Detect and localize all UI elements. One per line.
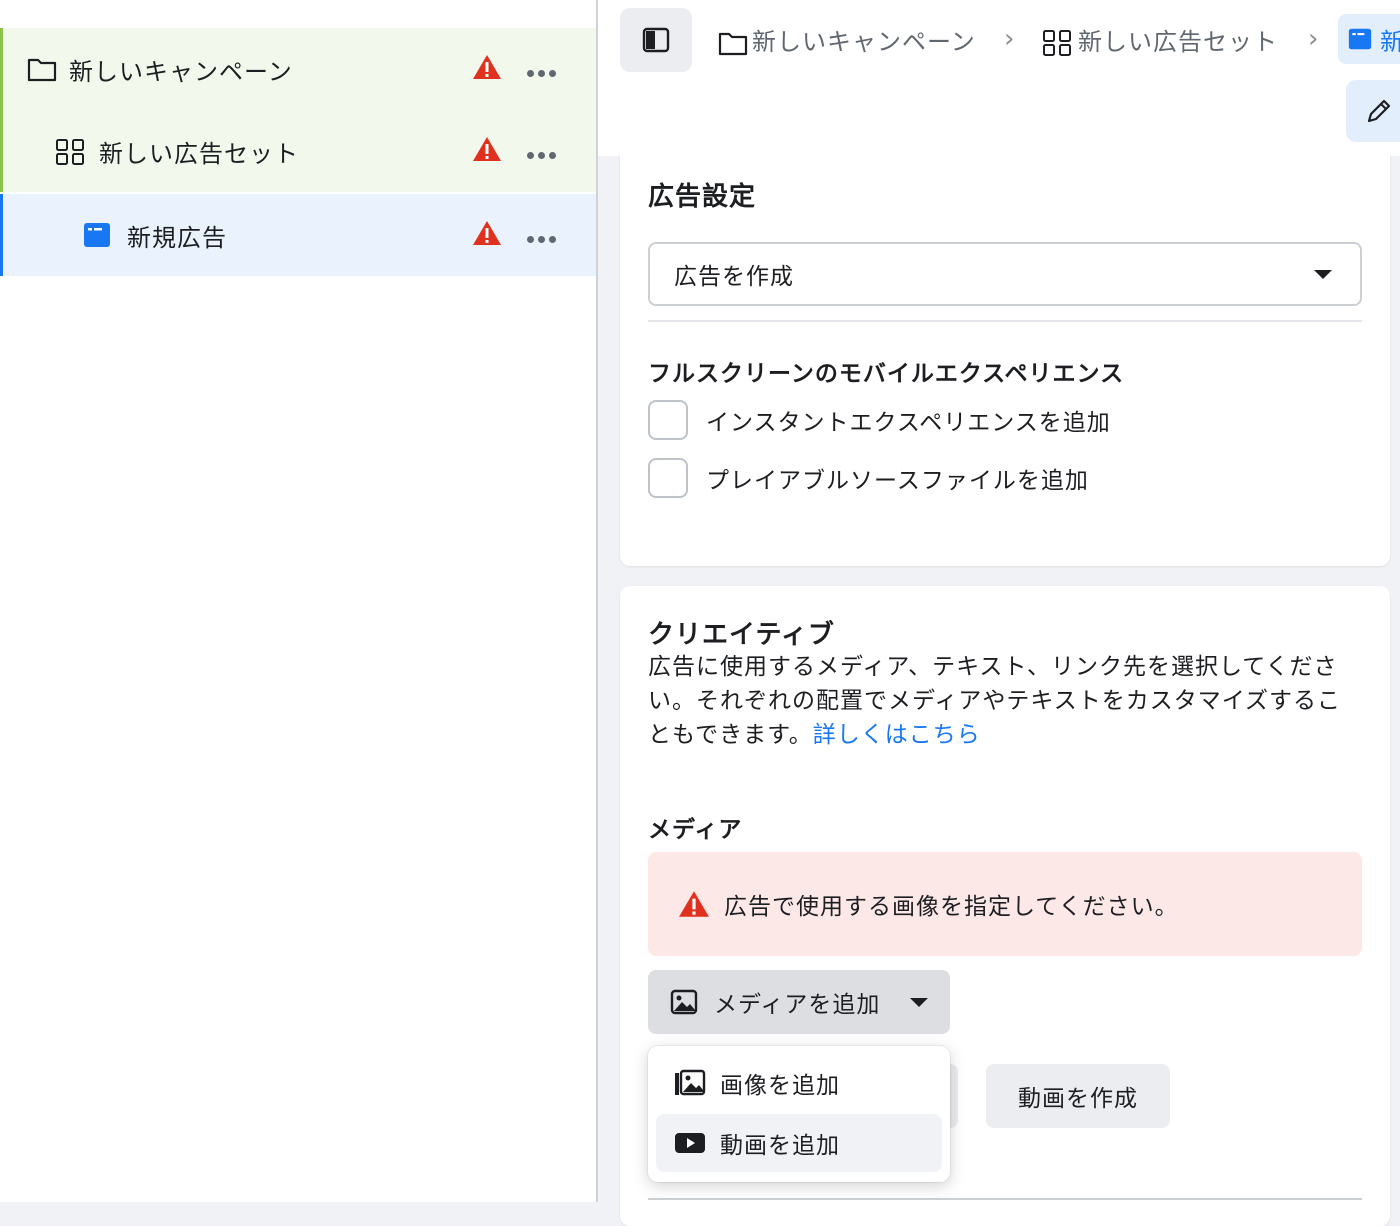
creative-description: 広告に使用するメディア、テキスト、リンク先を選択してください。それぞれの配置でメ… bbox=[648, 650, 1360, 752]
folder-icon bbox=[27, 58, 57, 82]
tree-item-adset[interactable]: 新しい広告セット bbox=[0, 110, 596, 192]
instant-experience-option[interactable]: インスタントエクスペリエンスを追加 bbox=[648, 400, 1111, 440]
media-error-alert: 広告で使用する画像を指定してください。 bbox=[648, 852, 1362, 956]
divider bbox=[648, 320, 1362, 322]
warning-icon bbox=[679, 891, 709, 917]
breadcrumb-label: 新しいキャンペーン bbox=[752, 28, 976, 56]
ad-settings-title: 広告設定 bbox=[648, 182, 757, 212]
caret-down-icon bbox=[910, 998, 928, 1007]
checkbox-label: プレイアブルソースファイルを追加 bbox=[706, 468, 1089, 494]
ad-icon bbox=[1348, 28, 1372, 50]
ad-setting-value: 広告を作成 bbox=[674, 264, 794, 290]
sidebar-toggle-button[interactable] bbox=[620, 8, 692, 72]
playable-source-option[interactable]: プレイアブルソースファイルを追加 bbox=[648, 458, 1089, 498]
caret-down-icon bbox=[1314, 270, 1332, 279]
learn-more-link[interactable]: 詳しくはこちら bbox=[813, 722, 981, 748]
creative-description-text: 広告に使用するメディア、テキスト、リンク先を選択してください。それぞれの配置でメ… bbox=[648, 654, 1342, 748]
tree-item-label: 新しいキャンペーン bbox=[69, 58, 293, 86]
media-title: メディア bbox=[648, 817, 743, 843]
playable-source-checkbox[interactable] bbox=[648, 458, 688, 498]
add-media-menu: 画像を追加 動画を追加 bbox=[648, 1046, 950, 1182]
warning-icon bbox=[473, 137, 501, 161]
chevron-right-icon: › bbox=[1308, 24, 1319, 54]
more-options-icon[interactable] bbox=[525, 136, 558, 164]
more-options-icon[interactable] bbox=[525, 54, 558, 82]
create-video-button[interactable]: 動画を作成 bbox=[986, 1064, 1170, 1128]
sidebar-panel-icon bbox=[642, 27, 670, 53]
menu-item-add-video[interactable]: 動画を追加 bbox=[656, 1114, 942, 1172]
menu-item-label: 動画を追加 bbox=[720, 1133, 840, 1159]
breadcrumb-campaign[interactable]: 新しいキャンペーン bbox=[718, 22, 976, 57]
grid-icon bbox=[1043, 29, 1071, 56]
checkbox-label: インスタントエクスペリエンスを追加 bbox=[706, 410, 1111, 436]
chevron-right-icon: › bbox=[1004, 24, 1015, 54]
add-media-button[interactable]: メディアを追加 bbox=[648, 970, 950, 1034]
breadcrumb-adset[interactable]: 新しい広告セット bbox=[1042, 22, 1278, 57]
edit-button[interactable] bbox=[1346, 80, 1400, 142]
breadcrumb-label: 新しい広告セット bbox=[1078, 28, 1278, 56]
top-bar: 新しいキャンペーン › 新しい広告セット › 新 bbox=[598, 0, 1400, 156]
grid-icon bbox=[56, 139, 84, 165]
add-media-label: メディアを追加 bbox=[714, 992, 881, 1018]
instant-experience-checkbox[interactable] bbox=[648, 400, 688, 440]
video-icon bbox=[675, 1133, 705, 1153]
breadcrumb-label: 新 bbox=[1380, 27, 1400, 56]
breadcrumb-ad[interactable]: 新 bbox=[1338, 14, 1400, 64]
campaign-tree-panel: 新しいキャンペーン 新しい広告セット 新規広告 bbox=[0, 0, 598, 1202]
image-add-icon bbox=[675, 1069, 706, 1096]
tree-item-campaign[interactable]: 新しいキャンペーン bbox=[0, 28, 596, 110]
pencil-icon bbox=[1367, 99, 1391, 123]
tree-item-label: 新規広告 bbox=[127, 224, 227, 252]
alert-text: 広告で使用する画像を指定してください。 bbox=[724, 894, 1179, 920]
menu-item-add-image[interactable]: 画像を追加 bbox=[656, 1054, 942, 1112]
ad-setting-select[interactable]: 広告を作成 bbox=[648, 242, 1362, 306]
input-border bbox=[648, 1198, 1362, 1200]
image-icon bbox=[670, 989, 698, 1015]
create-video-label: 動画を作成 bbox=[1018, 1086, 1138, 1112]
warning-icon bbox=[473, 55, 501, 79]
ad-settings-card: 広告設定 広告を作成 フルスクリーンのモバイルエクスペリエンス インスタントエク… bbox=[620, 150, 1390, 566]
more-options-icon[interactable] bbox=[525, 220, 558, 248]
ad-icon bbox=[84, 223, 110, 247]
menu-item-label: 画像を追加 bbox=[720, 1073, 840, 1099]
folder-icon bbox=[718, 32, 748, 55]
warning-icon bbox=[473, 221, 501, 245]
creative-title: クリエイティブ bbox=[648, 620, 835, 650]
tree-item-ad[interactable]: 新規広告 bbox=[0, 194, 596, 276]
tree-item-label: 新しい広告セット bbox=[99, 140, 299, 168]
fullscreen-experience-title: フルスクリーンのモバイルエクスペリエンス bbox=[648, 361, 1125, 387]
